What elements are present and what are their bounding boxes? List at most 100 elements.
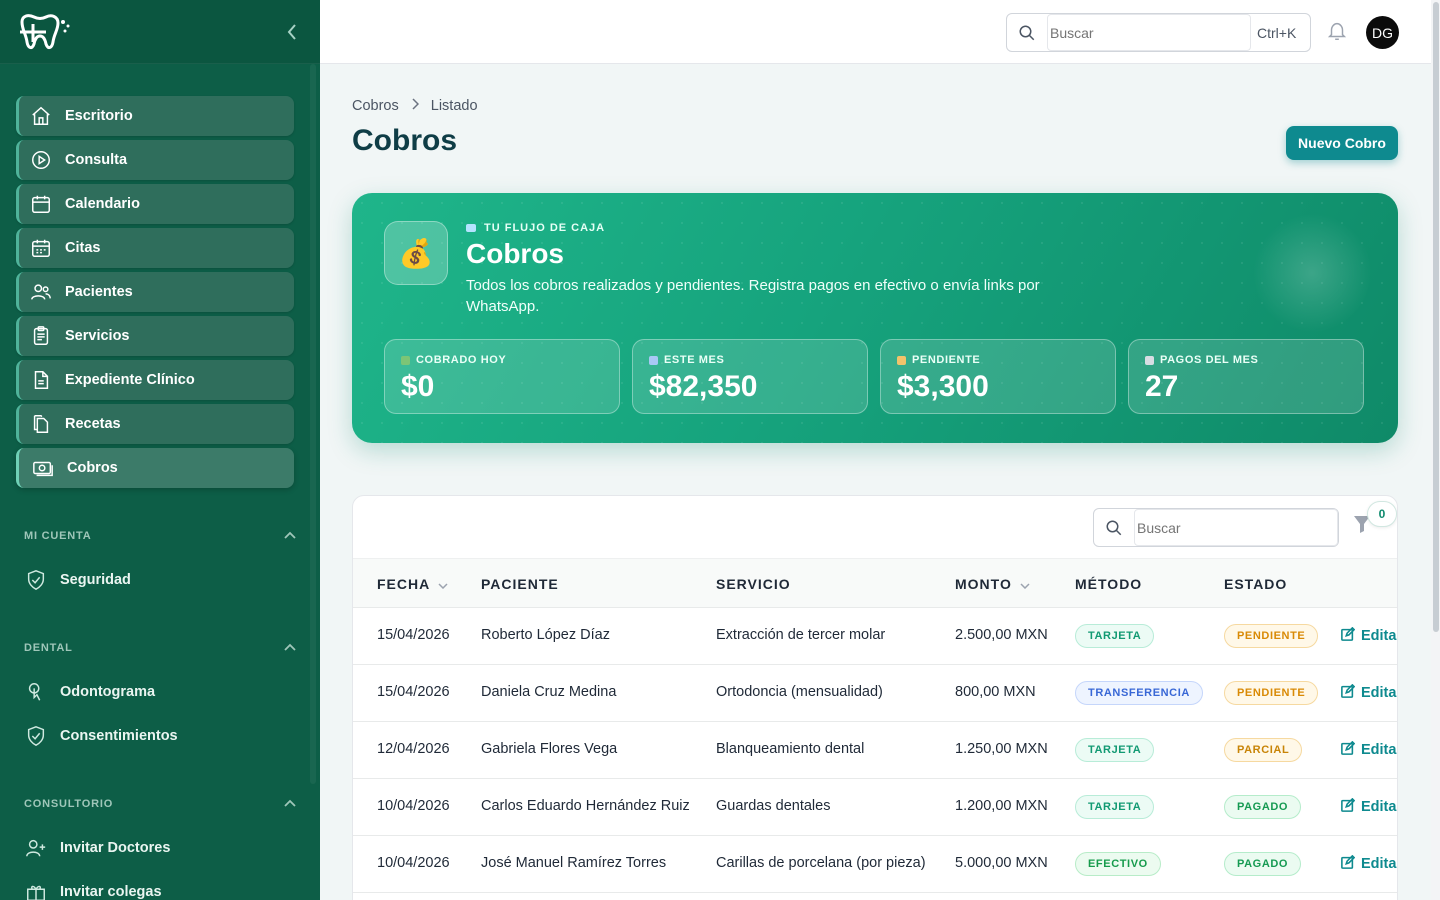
sidebar-item-invitar-colegas[interactable]: Invitar colegas (0, 870, 320, 900)
cell-paciente: Gabriela Flores Vega (481, 741, 618, 757)
section-header-consultorio[interactable]: CONSULTORIO (0, 794, 320, 814)
cell-monto: 1.200,00 MXN (955, 798, 1048, 814)
table-row[interactable]: 15/04/2026 Roberto López Díaz Extracción… (353, 608, 1398, 665)
global-search-input[interactable] (1047, 14, 1251, 51)
table-row[interactable]: 12/04/2026 Gabriela Flores Vega Blanquea… (353, 722, 1397, 779)
cell-paciente: Roberto López Díaz (481, 627, 610, 643)
method-badge: TRANSFERENCIA (1075, 681, 1203, 705)
sidebar-item-seguridad[interactable]: Seguridad (0, 558, 320, 602)
edit-link[interactable]: Editar (1341, 626, 1398, 645)
edit-link[interactable]: Editar (1341, 740, 1397, 759)
status-badge: PARCIAL (1224, 738, 1303, 762)
shield-check-icon (24, 568, 48, 592)
receipt-icon (1145, 355, 1154, 365)
column-header-fecha[interactable]: FECHA (377, 576, 448, 592)
edit-label: Editar (1361, 628, 1398, 644)
sidebar-item-label: Expediente Clínico (65, 372, 195, 388)
sidebar-item-label: Pacientes (65, 284, 133, 300)
hero-glow (1252, 213, 1372, 333)
page-scrollbar-thumb[interactable] (1433, 2, 1439, 632)
new-cobro-button[interactable]: Nuevo Cobro (1286, 126, 1398, 160)
cell-monto: 800,00 MXN (955, 684, 1036, 700)
sidebar-item-citas[interactable]: Citas (16, 228, 294, 268)
page-scrollbar[interactable] (1431, 0, 1440, 900)
table-row[interactable]: 10/04/2026 Carlos Eduardo Hernández Ruiz… (353, 779, 1398, 836)
column-header-servicio: SERVICIO (716, 576, 791, 592)
table-row[interactable]: 10/04/2026 José Manuel Ramírez Torres Ca… (353, 836, 1397, 893)
cell-monto: 2.500,00 MXN (955, 627, 1048, 643)
table-row[interactable]: 15/04/2026 Daniela Cruz Medina Ortodonci… (353, 665, 1398, 722)
section-dental: DENTAL Odontograma Consentimientos (0, 638, 320, 758)
sort-chevron-icon (1020, 576, 1030, 592)
gift-icon (24, 880, 48, 900)
sidebar-item-consentimientos[interactable]: Consentimientos (0, 714, 320, 758)
stat-value: $3,300 (897, 370, 989, 403)
sidebar-item-label: Seguridad (60, 572, 131, 588)
hero-description: Todos los cobros realizados y pendientes… (466, 277, 1040, 315)
sidebar-item-pacientes[interactable]: Pacientes (16, 272, 294, 312)
calendar-grid-icon (29, 236, 53, 260)
search-icon (1007, 24, 1047, 42)
cell-monto: 5.000,00 MXN (955, 855, 1048, 871)
method-badge: EFECTIVO (1075, 852, 1161, 876)
sidebar-item-label: Citas (65, 240, 101, 256)
breadcrumb: Cobros Listado (352, 98, 478, 114)
edit-label: Editar (1361, 799, 1398, 815)
section-consultorio: CONSULTORIO Invitar Doctores Invitar col… (0, 794, 320, 900)
global-search[interactable]: Ctrl+K (1006, 13, 1311, 52)
breadcrumb-root[interactable]: Cobros (352, 98, 399, 114)
sidebar-item-label: Cobros (67, 460, 118, 476)
section-header-mi-cuenta[interactable]: MI CUENTA (0, 526, 320, 546)
edit-link[interactable]: Editar (1341, 683, 1398, 702)
bell-icon[interactable] (1326, 20, 1350, 44)
sidebar-item-expediente-clinico[interactable]: Expediente Clínico (16, 360, 294, 400)
column-label: MÉTODO (1075, 576, 1143, 592)
table-search[interactable] (1093, 508, 1339, 547)
cell-fecha: 10/04/2026 (377, 855, 450, 871)
chevron-up-icon (284, 530, 296, 542)
status-badge: PAGADO (1224, 852, 1302, 876)
edit-link[interactable]: Editar (1341, 797, 1398, 816)
avatar[interactable]: DG (1366, 16, 1399, 49)
sidebar-item-label: Calendario (65, 196, 140, 212)
cell-paciente: José Manuel Ramírez Torres (481, 855, 667, 871)
status-badge: PAGADO (1224, 795, 1302, 819)
cell-paciente: Daniela Cruz Medina (481, 684, 617, 700)
stat-card-cobrado-hoy: COBRADO HOY $0 (384, 339, 620, 414)
column-header-metodo: MÉTODO (1075, 576, 1142, 592)
edit-label: Editar (1361, 685, 1398, 701)
column-header-monto[interactable]: MONTO (955, 576, 1030, 592)
sidebar-item-servicios[interactable]: Servicios (16, 316, 294, 356)
calendar-icon (649, 355, 658, 365)
section-header-dental[interactable]: DENTAL (0, 638, 320, 658)
column-header-estado: ESTADO (1224, 576, 1287, 592)
column-label: PACIENTE (481, 576, 559, 592)
search-shortcut-hint: Ctrl+K (1257, 24, 1297, 41)
table-header: FECHA PACIENTE SERVICIO MONTO MÉTODO EST… (353, 558, 1397, 608)
copy-document-icon (29, 412, 53, 436)
sidebar-item-cobros[interactable]: Cobros (16, 448, 294, 488)
stat-value: 27 (1145, 370, 1179, 403)
sidebar-item-recetas[interactable]: Recetas (16, 404, 294, 444)
stat-value: $0 (401, 370, 435, 403)
edit-icon (1341, 740, 1356, 759)
sidebar-item-escritorio[interactable]: Escritorio (16, 96, 294, 136)
edit-icon (1341, 683, 1356, 702)
sidebar-item-odontograma[interactable]: Odontograma (0, 670, 320, 714)
cell-servicio: Blanqueamiento dental (716, 741, 865, 757)
column-label: FECHA (377, 576, 431, 592)
edit-link[interactable]: Editar (1341, 854, 1397, 873)
chevron-up-icon (284, 642, 296, 654)
cell-servicio: Extracción de tercer molar (716, 627, 886, 643)
stat-value: $82,350 (649, 370, 758, 403)
sidebar-item-consulta[interactable]: Consulta (16, 140, 294, 180)
tooth-logo-icon[interactable] (16, 12, 74, 52)
cell-fecha: 10/04/2026 (377, 798, 450, 814)
shield-check-icon (24, 724, 48, 748)
table-search-input[interactable] (1134, 509, 1338, 546)
sidebar-item-calendario[interactable]: Calendario (16, 184, 294, 224)
collapse-sidebar-chevron-icon[interactable] (280, 20, 304, 44)
sidebar-item-invitar-doctores[interactable]: Invitar Doctores (0, 826, 320, 870)
sidebar-item-label: Consulta (65, 152, 128, 168)
status-badge: PENDIENTE (1224, 681, 1319, 705)
